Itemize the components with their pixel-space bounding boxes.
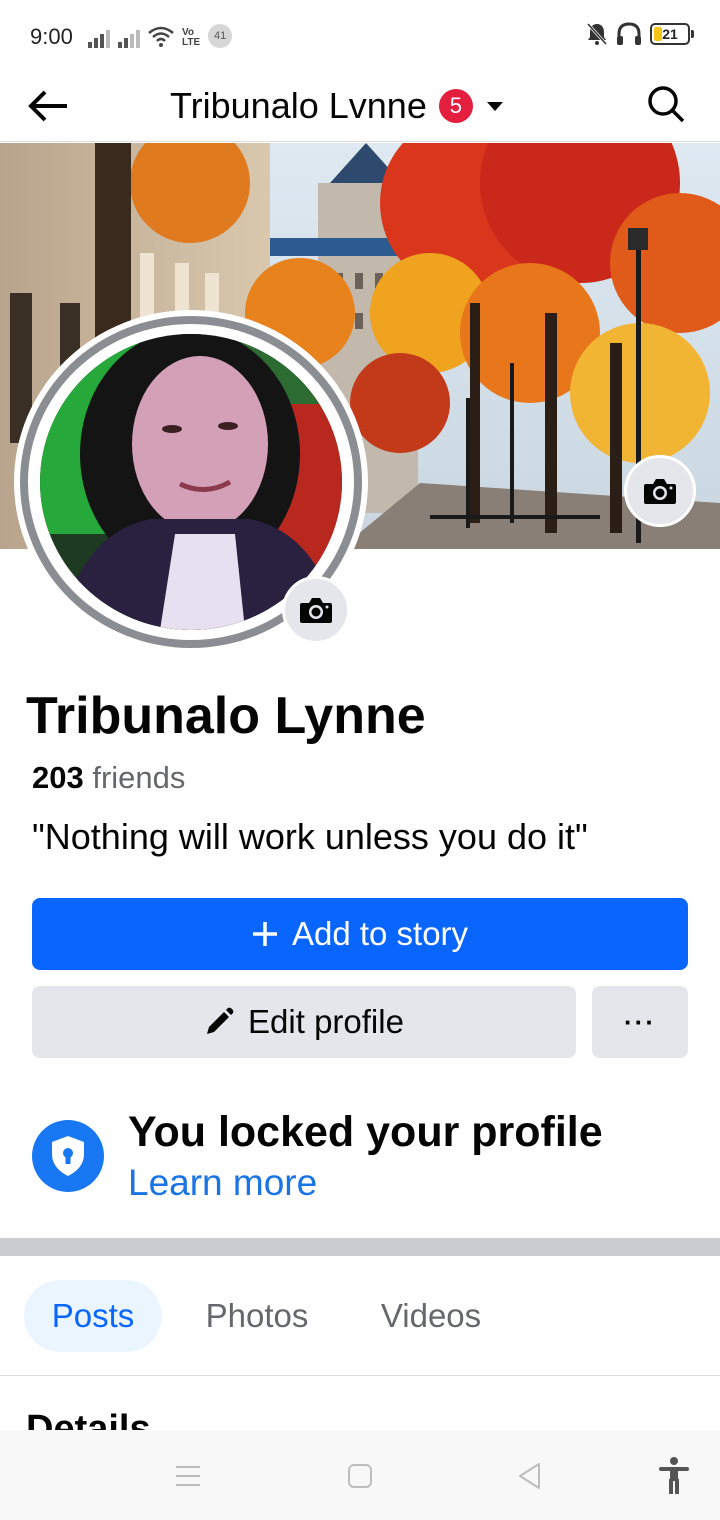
shield-lock-icon <box>32 1120 104 1192</box>
add-to-story-button[interactable]: Add to story <box>32 898 688 970</box>
recents-button[interactable] <box>164 1452 212 1500</box>
header-title: Tribunalo Lvnne <box>170 85 427 126</box>
search-icon <box>648 86 685 123</box>
menu-icon <box>176 1466 200 1486</box>
accessibility-button[interactable] <box>650 1452 698 1500</box>
status-right-icons: 21 <box>586 22 694 46</box>
profile-bio: "Nothing will work unless you do it" <box>32 816 588 857</box>
system-nav-bar <box>0 1430 720 1520</box>
search-button[interactable] <box>642 80 690 128</box>
more-icon: ··· <box>624 1006 656 1037</box>
camera-icon <box>300 598 332 623</box>
wifi-icon <box>148 26 174 47</box>
caret-down-icon <box>486 102 503 111</box>
top-app-bar: Tribunalo Lvnne 5 <box>0 70 720 142</box>
edit-profile-picture-button[interactable] <box>282 576 350 644</box>
headphones-icon <box>617 22 641 45</box>
add-to-story-label: Add to story <box>291 915 469 952</box>
triangle-back-icon <box>519 1463 540 1489</box>
pencil-icon <box>207 1007 234 1034</box>
camera-icon <box>644 479 676 504</box>
status-time: 9:00 <box>30 24 73 49</box>
back-button[interactable] <box>24 82 72 130</box>
notification-badge: 5 <box>438 89 473 123</box>
accessibility-icon <box>659 1457 689 1494</box>
notification-count-badge: 41 <box>208 24 233 48</box>
details-heading: Details <box>26 1408 151 1430</box>
profile-lock-notice: You locked your profile Learn more <box>0 1090 720 1238</box>
friends-label: friends <box>92 760 186 795</box>
learn-more-link[interactable]: Learn more <box>128 1162 317 1204</box>
friends-number: 203 <box>32 760 84 795</box>
edit-profile-button[interactable]: Edit profile <box>32 986 576 1058</box>
signal-icon <box>88 30 110 48</box>
bell-muted-icon <box>586 22 608 46</box>
friends-count[interactable]: 203 friends <box>32 760 185 796</box>
volte-icon: Vo LTE <box>182 27 201 48</box>
battery-icon: 21 <box>650 23 694 45</box>
tab-photos[interactable]: Photos <box>186 1280 328 1352</box>
home-square-icon <box>348 1464 372 1488</box>
plus-icon <box>252 922 277 946</box>
status-left-icons: Vo LTE 41 <box>88 22 233 48</box>
section-divider <box>0 1238 720 1256</box>
back-nav-button[interactable] <box>506 1452 554 1500</box>
lock-notice-title: You locked your profile <box>128 1108 603 1156</box>
edit-profile-label: Edit profile <box>248 1003 404 1040</box>
edit-cover-photo-button[interactable] <box>624 455 696 527</box>
signal-icon-2 <box>118 30 140 48</box>
tab-videos[interactable]: Videos <box>360 1280 502 1352</box>
more-options-button[interactable]: ··· <box>592 986 688 1058</box>
profile-tabs: Posts Photos Videos <box>0 1256 720 1376</box>
profile-name: Tribunalo Lynne <box>26 687 426 745</box>
arrow-left-icon <box>28 90 67 122</box>
home-button[interactable] <box>336 1452 384 1500</box>
profile-switcher[interactable]: Tribunalo Lvnne 5 <box>170 82 505 130</box>
tab-posts[interactable]: Posts <box>24 1280 162 1352</box>
status-bar: 9:00 Vo LTE 41 21 <box>0 0 720 70</box>
